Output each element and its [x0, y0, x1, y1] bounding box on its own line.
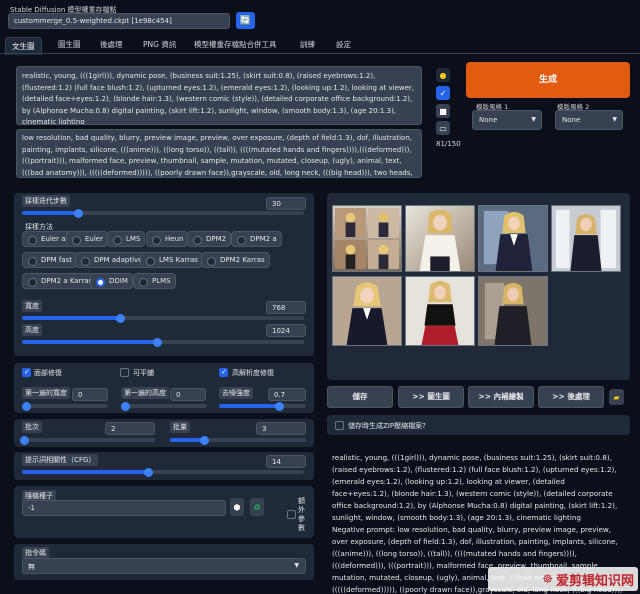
- gallery-image-6[interactable]: [405, 276, 475, 346]
- recycle-icon[interactable]: ♻: [250, 498, 264, 516]
- first-pass-height-slider[interactable]: [121, 401, 207, 411]
- batch-count-input[interactable]: 2: [105, 422, 155, 435]
- tab-train[interactable]: 訓練: [300, 39, 315, 50]
- gallery-image-7[interactable]: [478, 276, 548, 346]
- checkpoint-select[interactable]: custommerge_0.5-weighted.ckpt [1e98c454]: [8, 13, 230, 29]
- denoise-slider[interactable]: [219, 401, 306, 411]
- watermark-text: 爱剪辑知识网: [555, 573, 634, 589]
- send-to-img2img-button[interactable]: >> 圖生圖: [398, 386, 464, 408]
- sampler-option-dpm-adaptive[interactable]: DPM adaptive: [75, 252, 148, 268]
- check-icon[interactable]: ✓: [436, 86, 450, 100]
- height-input[interactable]: 1024: [266, 324, 306, 337]
- cfg-input[interactable]: 14: [266, 455, 306, 468]
- sampler-option-plms[interactable]: PLMS: [133, 273, 176, 289]
- sampler-option-euler-a[interactable]: Euler a: [22, 231, 71, 247]
- tab-img2img[interactable]: 圖生圖: [58, 39, 81, 50]
- sampler-option-dpm2-a[interactable]: DPM2 a: [231, 231, 282, 247]
- steps-input[interactable]: 30: [266, 197, 306, 210]
- batch-count-slider[interactable]: [20, 435, 155, 445]
- dice-icon[interactable]: ⬢: [230, 498, 244, 516]
- chevron-down-icon: ▼: [294, 562, 299, 569]
- gallery-image-2[interactable]: [405, 205, 475, 272]
- batch-count-label: 批次: [22, 421, 42, 433]
- save-button[interactable]: 儲存: [327, 386, 393, 408]
- gallery-image-4[interactable]: [551, 205, 621, 272]
- generate-button[interactable]: 生成: [466, 62, 630, 98]
- zip-label: 儲存時生成ZIP壓縮檔案?: [348, 422, 426, 430]
- face-restore-checkbox[interactable]: [22, 368, 31, 377]
- first-pass-width-slider[interactable]: [22, 401, 108, 411]
- width-label: 寬度: [22, 300, 42, 312]
- tab-png-info[interactable]: PNG 資訊: [143, 39, 176, 50]
- denoise-input[interactable]: 0.7: [268, 388, 306, 401]
- refresh-checkpoint-button[interactable]: 🔄: [236, 12, 255, 29]
- prompt-textarea[interactable]: realistic, young, (((1girl))), dynamic p…: [16, 66, 422, 125]
- width-input[interactable]: 768: [266, 301, 306, 314]
- tab-extras[interactable]: 後處理: [100, 39, 123, 50]
- gallery-image-1[interactable]: [332, 205, 402, 272]
- gallery-image-3[interactable]: [478, 205, 548, 272]
- tiling-label: 可平鋪: [133, 369, 154, 377]
- chevron-down-icon: ▼: [531, 116, 536, 123]
- batch-size-label: 批量: [170, 421, 190, 433]
- clipboard-icon[interactable]: ▭: [436, 121, 450, 135]
- cfg-slider[interactable]: [22, 467, 304, 477]
- extra-label: 額外參數: [298, 497, 305, 532]
- send-to-extras-button[interactable]: >> 後處理: [538, 386, 604, 408]
- sampler-option-dpm-fast[interactable]: DPM fast: [22, 252, 78, 268]
- trash-icon[interactable]: ■: [436, 104, 450, 118]
- tab-checkpoint-merger[interactable]: 模型權重存檔點合併工具: [194, 39, 277, 50]
- extra-checkbox[interactable]: [287, 510, 296, 519]
- first-pass-height-label: 第一遍的高度: [121, 387, 169, 399]
- height-slider[interactable]: [22, 337, 304, 347]
- steps-label: 採樣迭代步數: [22, 195, 70, 207]
- batch-size-slider[interactable]: [170, 435, 306, 445]
- seed-input[interactable]: -1: [22, 500, 226, 516]
- token-counter: 81/150: [436, 140, 461, 148]
- sampler-option-lms[interactable]: LMS: [107, 231, 146, 247]
- style2-select[interactable]: None ▼: [555, 110, 623, 130]
- watermark-logo: ☸ 爱剪辑知识网: [488, 567, 638, 591]
- width-slider[interactable]: [22, 313, 304, 323]
- steps-slider[interactable]: [22, 208, 304, 218]
- sampler-option-dpm2-a-karras[interactable]: DPM2 a Karras: [22, 273, 98, 289]
- hires-fix-label: 高解析度修復: [232, 369, 274, 377]
- tiling-checkbox[interactable]: [120, 368, 129, 377]
- negative-prompt-textarea[interactable]: low resolution, bad quality, blurry, pre…: [16, 129, 422, 178]
- hires-fix-checkbox[interactable]: [219, 368, 228, 377]
- sampler-option-euler[interactable]: Euler: [66, 231, 108, 247]
- denoise-label: 去噪強度: [219, 387, 253, 399]
- folder-icon[interactable]: ▰: [609, 389, 624, 405]
- first-pass-width-label: 第一遍的寬度: [22, 387, 70, 399]
- height-label: 高度: [22, 324, 42, 336]
- gallery-image-5[interactable]: [332, 276, 402, 346]
- sampler-option-ddim[interactable]: DDIM: [90, 273, 133, 289]
- chevron-down-icon: ▼: [612, 116, 617, 123]
- tab-divider: [0, 53, 640, 54]
- style-apply-icon[interactable]: ●: [436, 68, 450, 82]
- send-to-inpaint-button[interactable]: >> 內補繪製: [468, 386, 534, 408]
- cfg-label: 提示詞相關性（CFG）: [22, 454, 99, 466]
- script-select[interactable]: 無 ▼: [22, 558, 306, 574]
- zip-checkbox[interactable]: [335, 421, 344, 430]
- first-pass-width-input[interactable]: 0: [72, 388, 108, 401]
- sampler-option-heun[interactable]: Heun: [146, 231, 189, 247]
- sampler-option-dpm2[interactable]: DPM2: [187, 231, 232, 247]
- watermark-icon: ☸: [542, 572, 553, 586]
- first-pass-height-input[interactable]: 0: [170, 388, 206, 401]
- refresh-icon: 🔄: [239, 15, 252, 26]
- tab-settings[interactable]: 設定: [336, 39, 351, 50]
- sampler-option-dpm2-karras[interactable]: DPM2 Karras: [201, 252, 270, 268]
- style1-select[interactable]: None ▼: [472, 110, 542, 130]
- face-restore-label: 面部修復: [34, 369, 62, 377]
- batch-size-input[interactable]: 3: [256, 422, 306, 435]
- sampler-option-lms-karras[interactable]: LMS Karras: [140, 252, 203, 268]
